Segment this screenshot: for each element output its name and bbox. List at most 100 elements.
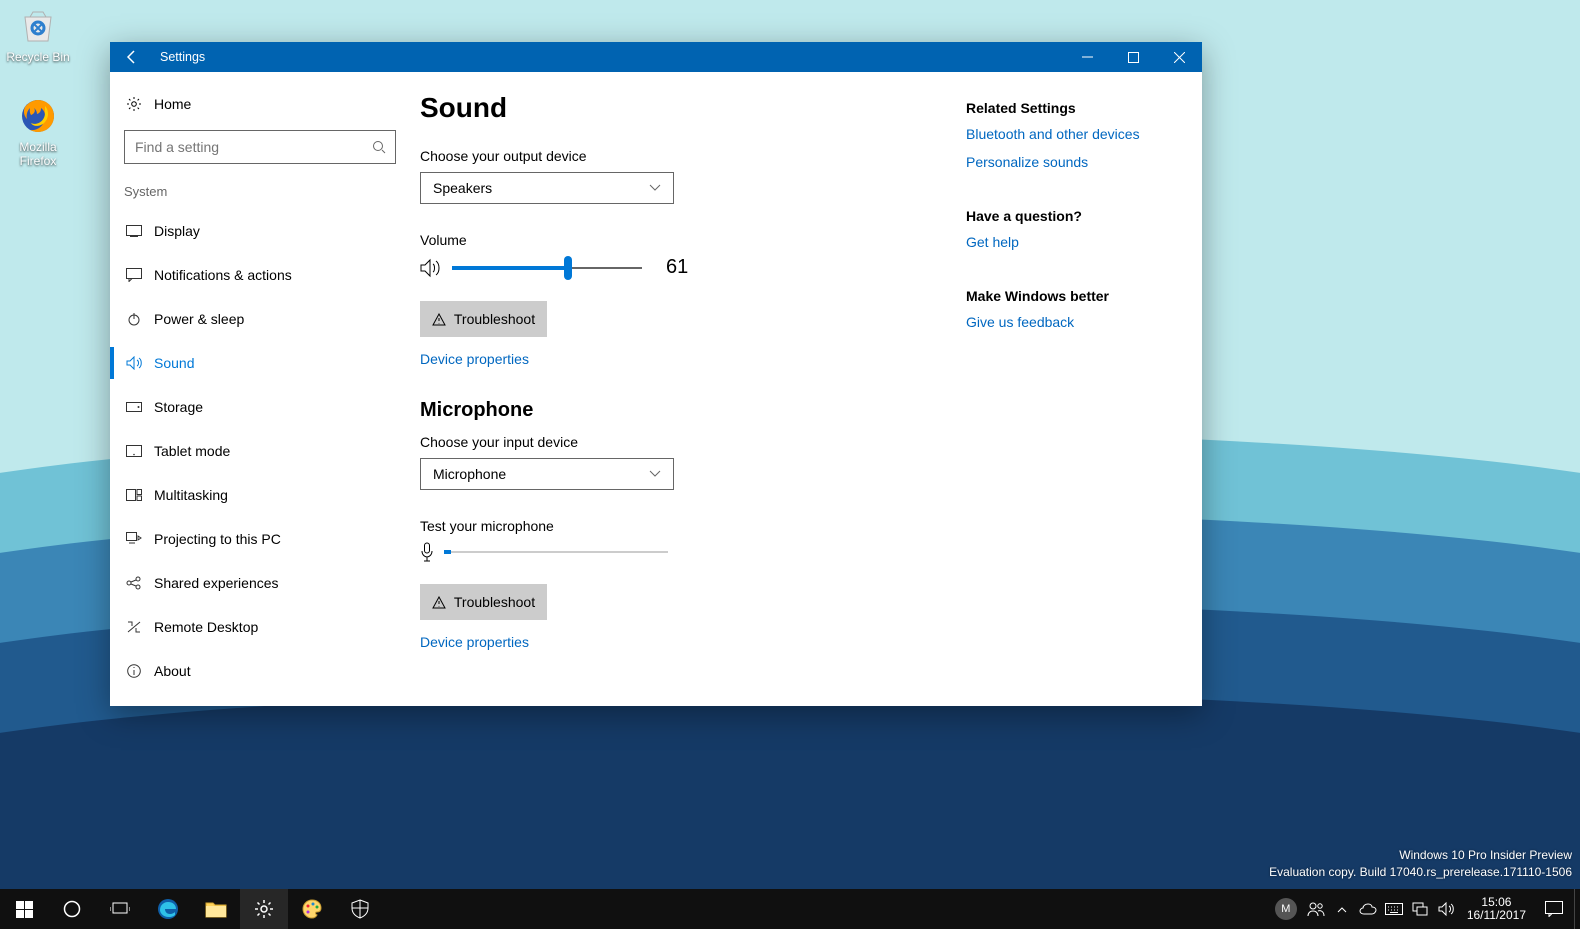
people-button[interactable]	[1303, 889, 1329, 929]
sound-icon	[124, 356, 144, 370]
page-title: Sound	[420, 92, 936, 124]
keyboard-icon	[1385, 903, 1403, 915]
action-center-button[interactable]	[1534, 889, 1574, 929]
taskbar-defender[interactable]	[336, 889, 384, 929]
desktop-icon-firefox[interactable]: Mozilla Firefox	[0, 94, 76, 168]
sidebar-item-about[interactable]: About	[110, 649, 410, 693]
warning-icon	[432, 313, 446, 326]
search-icon	[372, 140, 386, 154]
dropdown-value: Speakers	[433, 180, 492, 196]
sidebar-item-projecting[interactable]: Projecting to this PC	[110, 517, 410, 561]
settings-main: Sound Choose your output device Speakers…	[410, 72, 966, 706]
minimize-button[interactable]	[1064, 42, 1110, 72]
folder-icon	[205, 900, 227, 918]
minimize-icon	[1082, 52, 1093, 63]
link-bluetooth[interactable]: Bluetooth and other devices	[966, 126, 1192, 142]
shared-icon	[124, 576, 144, 590]
test-mic-label: Test your microphone	[420, 518, 936, 534]
tray-network[interactable]	[1407, 889, 1433, 929]
sidebar-item-power[interactable]: Power & sleep	[110, 297, 410, 341]
sidebar-item-tablet[interactable]: Tablet mode	[110, 429, 410, 473]
sidebar-item-label: Power & sleep	[154, 311, 244, 327]
task-view-icon	[110, 901, 130, 917]
link-personalize-sounds[interactable]: Personalize sounds	[966, 154, 1192, 170]
tray-input[interactable]	[1381, 889, 1407, 929]
taskbar-edge[interactable]	[144, 889, 192, 929]
taskbar-paint[interactable]	[288, 889, 336, 929]
desktop-icon-label: Mozilla Firefox	[19, 140, 56, 168]
cloud-icon	[1359, 903, 1377, 915]
sidebar-home[interactable]: Home	[110, 84, 410, 124]
settings-window: Settings Home System Display Notificatio…	[110, 42, 1202, 706]
sidebar-item-label: Tablet mode	[154, 443, 230, 459]
sidebar-item-multitasking[interactable]: Multitasking	[110, 473, 410, 517]
sidebar-item-shared[interactable]: Shared experiences	[110, 561, 410, 605]
sidebar-item-remote[interactable]: Remote Desktop	[110, 605, 410, 649]
sidebar-item-storage[interactable]: Storage	[110, 385, 410, 429]
windows-logo-icon	[16, 901, 33, 918]
output-device-dropdown[interactable]: Speakers	[420, 172, 674, 204]
maximize-icon	[1128, 52, 1139, 63]
task-view-button[interactable]	[96, 889, 144, 929]
sidebar-item-label: Multitasking	[154, 487, 228, 503]
question-heading: Have a question?	[966, 208, 1192, 224]
dropdown-value: Microphone	[433, 466, 506, 482]
sidebar-section-label: System	[110, 178, 410, 209]
system-tray: M 15:06 16/11/2017	[1269, 889, 1580, 929]
input-device-dropdown[interactable]: Microphone	[420, 458, 674, 490]
power-icon	[124, 312, 144, 326]
projecting-icon	[124, 532, 144, 546]
slider-thumb[interactable]	[564, 256, 572, 280]
tray-volume[interactable]	[1433, 889, 1459, 929]
sidebar-item-label: Storage	[154, 399, 203, 415]
window-titlebar[interactable]: Settings	[110, 42, 1202, 72]
volume-slider[interactable]	[452, 258, 642, 278]
settings-aside: Related Settings Bluetooth and other dev…	[966, 72, 1202, 706]
recycle-bin-icon	[16, 4, 60, 48]
input-device-properties-link[interactable]: Device properties	[420, 634, 529, 650]
sidebar-item-label: Projecting to this PC	[154, 531, 281, 547]
start-button[interactable]	[0, 889, 48, 929]
sidebar-item-label: Notifications & actions	[154, 267, 292, 283]
warning-icon	[432, 596, 446, 609]
sidebar-item-display[interactable]: Display	[110, 209, 410, 253]
taskbar-settings[interactable]	[240, 889, 288, 929]
tablet-icon	[124, 445, 144, 457]
output-device-properties-link[interactable]: Device properties	[420, 351, 529, 367]
multitasking-icon	[124, 489, 144, 501]
tray-overflow[interactable]	[1329, 889, 1355, 929]
show-desktop-button[interactable]	[1574, 889, 1580, 929]
search-setting-field[interactable]	[124, 130, 396, 164]
output-troubleshoot-button[interactable]: Troubleshoot	[420, 301, 547, 337]
user-badge[interactable]: M	[1275, 898, 1297, 920]
shield-icon	[351, 899, 369, 919]
remote-icon	[124, 620, 144, 634]
taskbar-explorer[interactable]	[192, 889, 240, 929]
sidebar-item-label: Display	[154, 223, 200, 239]
palette-icon	[301, 898, 323, 920]
search-input[interactable]	[124, 130, 396, 164]
info-icon	[124, 664, 144, 678]
settings-sidebar: Home System Display Notifications & acti…	[110, 72, 410, 706]
taskbar: M 15:06 16/11/2017	[0, 889, 1580, 929]
sidebar-item-notifications[interactable]: Notifications & actions	[110, 253, 410, 297]
link-feedback[interactable]: Give us feedback	[966, 314, 1192, 330]
sidebar-item-label: Sound	[154, 355, 194, 371]
storage-icon	[124, 402, 144, 412]
cortana-button[interactable]	[48, 889, 96, 929]
desktop-icon-recycle-bin[interactable]: Recycle Bin	[0, 4, 76, 64]
windows-watermark: Windows 10 Pro Insider Preview Evaluatio…	[1269, 847, 1572, 881]
chevron-down-icon	[649, 470, 661, 478]
maximize-button[interactable]	[1110, 42, 1156, 72]
back-button[interactable]	[110, 42, 154, 72]
close-icon	[1174, 52, 1185, 63]
volume-value: 61	[666, 256, 688, 279]
sidebar-item-sound[interactable]: Sound	[110, 341, 410, 385]
tray-onedrive[interactable]	[1355, 889, 1381, 929]
better-heading: Make Windows better	[966, 288, 1192, 304]
link-get-help[interactable]: Get help	[966, 234, 1192, 250]
close-button[interactable]	[1156, 42, 1202, 72]
taskbar-clock[interactable]: 15:06 16/11/2017	[1459, 896, 1534, 922]
input-troubleshoot-button[interactable]: Troubleshoot	[420, 584, 547, 620]
speaker-icon[interactable]	[420, 258, 442, 278]
